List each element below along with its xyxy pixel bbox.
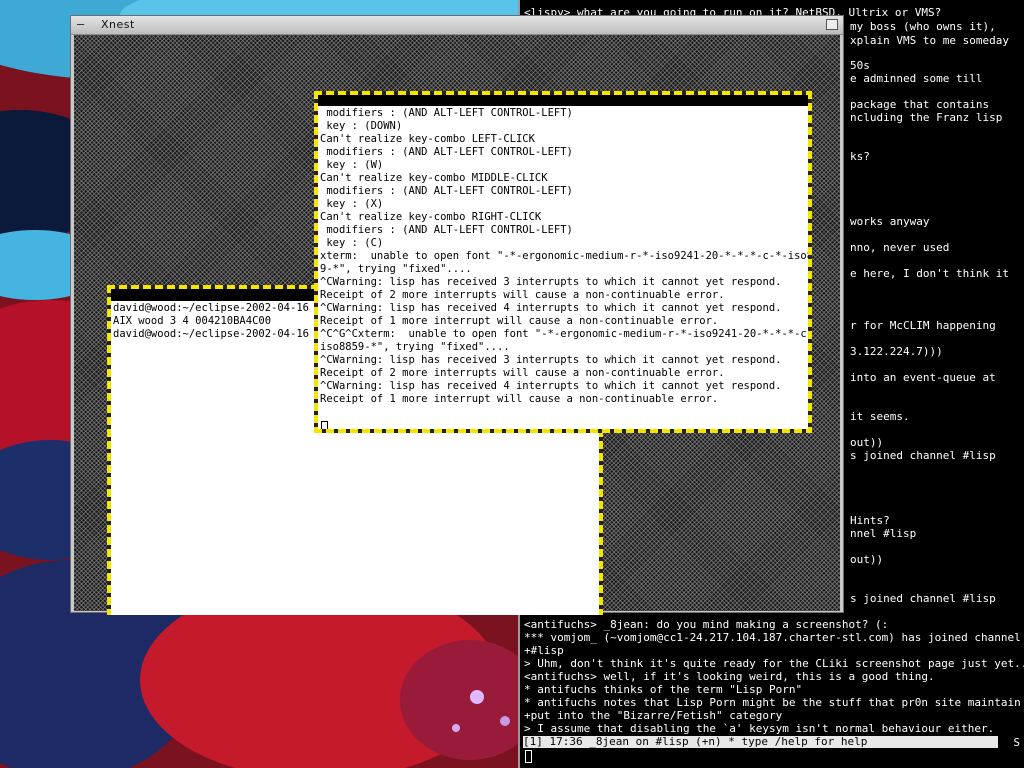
message-line: xterm: unable to open font "-*-ergonomic… [320,250,808,262]
irc-line: s joined channel #lisp [850,592,996,605]
irc-line: ks? [850,150,870,163]
irc-line: Hints? [850,514,890,527]
message-line: modifiers : (AND ALT-LEFT CONTROL-LEFT) [320,107,573,119]
message-line: 9-*", trying "fixed".... [320,263,472,275]
irc-line: 3.122.224.7))) [850,345,943,358]
message-line: key : (C) [320,237,384,249]
message-line: Receipt of 2 more interrupts will cause … [320,367,725,379]
window-title: Xnest [101,18,135,31]
messages-xterm-frame[interactable]: modifiers : (AND ALT-LEFT CONTROL-LEFT) … [314,91,812,433]
nested-x-screen[interactable]: david@wood:~/eclipse-2002-04-16 $ AIX wo… [74,35,840,615]
text-cursor[interactable] [321,421,328,429]
irc-scroll-indicator: S [1013,736,1020,749]
irc-line: * antifuchs notes that Lisp Porn might b… [524,696,1020,709]
message-line: modifiers : (AND ALT-LEFT CONTROL-LEFT) [320,185,573,197]
message-line: ^CWarning: lisp has received 4 interrupt… [320,380,782,392]
message-line: key : (DOWN) [320,120,403,132]
message-line: ^CWarning: lisp has received 3 interrupt… [320,354,782,366]
message-line: Receipt of 2 more interrupts will cause … [320,289,725,301]
message-line: ^CWarning: lisp has received 3 interrupt… [320,276,782,288]
irc-line: > I assume that disabling the `a' keysym… [524,722,995,735]
irc-line: out)) [850,553,884,566]
irc-line: package that contains [850,98,990,111]
irc-line: > Uhm, don't think it's quite ready for … [524,657,1024,670]
message-line: Receipt of 1 more interrupt will cause a… [320,315,719,327]
irc-status-bar: [1] 17:36 _8jean on #lisp (+n) * type /h… [523,736,998,748]
irc-line: +#lisp [524,644,564,657]
irc-line: nno, never used [850,241,950,254]
irc-line: r for McCLIM happening [850,319,996,332]
irc-line: it seems. [850,410,910,423]
irc-line: my boss (who owns it), [850,20,996,33]
message-line: Can't realize key-combo MIDDLE-CLICK [320,172,548,184]
irc-line: * antifuchs thinks of the term "Lisp Por… [524,683,803,696]
irc-line: <antifuchs> _8jean: do you mind making a… [524,618,889,631]
irc-line: nnel #lisp [850,527,917,540]
wallpaper-bubble [470,690,484,704]
irc-line: e adminned some till [850,72,983,85]
shell-line: AIX wood 3 4 004210BA4C00 [113,315,272,327]
irc-input-cursor[interactable] [525,750,532,763]
messages-xterm-titlebar[interactable] [318,95,808,106]
irc-line: e here, I don't think it [850,267,1009,280]
irc-line: *** vomjom_ (~vomjom@cc1-24.217.104.187.… [524,631,1021,644]
irc-line: into an event-queue at [850,371,996,384]
window-menu-icon[interactable]: — [77,18,91,30]
message-line: iso8859-*", trying "fixed".... [320,341,510,353]
messages-xterm[interactable]: modifiers : (AND ALT-LEFT CONTROL-LEFT) … [318,106,808,429]
message-line: key : (X) [320,198,384,210]
irc-line: ncluding the Franz lisp [850,111,1003,124]
message-line: modifiers : (AND ALT-LEFT CONTROL-LEFT) [320,224,573,236]
irc-line: +put into the "Bizarre/Fetish" category [524,709,783,722]
message-line: key : (W) [320,159,384,171]
shell-line: david@wood:~/eclipse-2002-04-16 $ [113,328,322,340]
irc-line: out)) [850,436,884,449]
message-line: ^CWarning: lisp has received 4 interrupt… [320,302,782,314]
message-line: Can't realize key-combo RIGHT-CLICK [320,211,542,223]
wallpaper-bubble [500,716,510,726]
message-line: modifiers : (AND ALT-LEFT CONTROL-LEFT) [320,146,573,158]
wallpaper-bubble [452,724,460,732]
irc-line: 50s [850,59,870,72]
irc-line: <antifuchs> well, if it's looking weird,… [524,670,935,683]
message-line: Can't realize key-combo LEFT-CLICK [320,133,535,145]
message-line: Receipt of 1 more interrupt will cause a… [320,393,719,405]
irc-line: xplain VMS to me someday [850,34,1009,47]
close-icon[interactable] [826,19,838,30]
message-line: ^C^G^Cxterm: unable to open font "-*-erg… [320,328,808,340]
xnest-window[interactable]: — Xnest david@wood:~/eclipse-2002-04-16 … [70,15,844,615]
shell-line: david@wood:~/eclipse-2002-04-16 $ [113,302,322,314]
xnest-titlebar[interactable]: — Xnest [71,16,843,35]
irc-line: works anyway [850,215,930,228]
irc-line: s joined channel #lisp [850,449,996,462]
